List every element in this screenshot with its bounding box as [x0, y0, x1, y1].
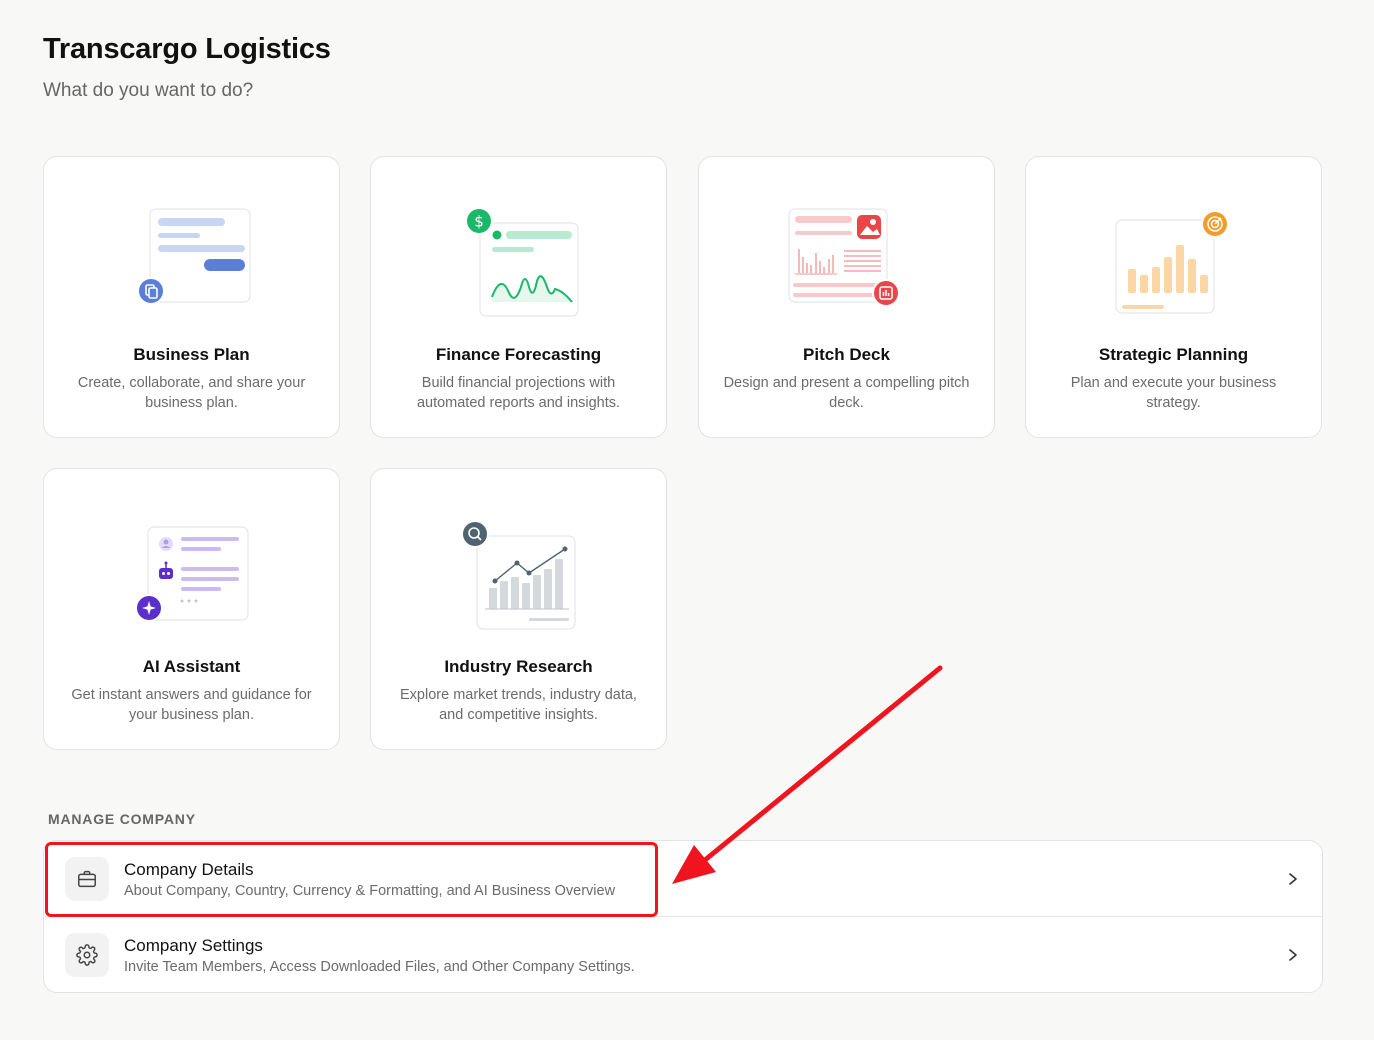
row-title: Company Details	[124, 860, 254, 879]
card-description: Plan and execute your business strategy.	[1070, 375, 1277, 411]
page-title: Transcargo Logistics	[43, 33, 331, 65]
page-subtitle: What do you want to do?	[43, 80, 254, 101]
company-settings-row[interactable]: Company Settings Invite Team Members, Ac…	[44, 917, 1322, 993]
card-title: Strategic Planning	[1098, 345, 1249, 364]
svg-text:$: $	[474, 213, 484, 231]
presentation-chart-icon	[788, 208, 900, 307]
card-strategic-planning[interactable]: Strategic Planning Plan and execute your…	[1025, 156, 1322, 438]
chevron-right-icon	[1289, 873, 1297, 885]
company-details-row[interactable]: Company Details About Company, Country, …	[44, 841, 1322, 917]
chevron-right-icon	[1289, 949, 1297, 961]
card-description: Design and present a compelling pitch de…	[723, 375, 970, 411]
card-description: Create, collaborate, and share your busi…	[77, 375, 306, 411]
briefcase-icon	[65, 857, 109, 901]
card-ai-assistant[interactable]: AI Assistant Get instant answers and gui…	[43, 468, 340, 750]
card-title: Finance Forecasting	[435, 345, 602, 364]
row-title: Company Settings	[124, 936, 263, 955]
card-description: Build financial projections with automat…	[416, 375, 621, 411]
page: Transcargo Logistics What do you want to…	[0, 0, 1374, 1040]
search-chart-icon	[461, 520, 576, 630]
manage-company-list: Company Details About Company, Country, …	[43, 840, 1323, 993]
card-title: Industry Research	[444, 657, 593, 676]
card-title: Business Plan	[133, 345, 250, 364]
card-description: Explore market trends, industry data, an…	[400, 687, 637, 723]
gear-icon	[65, 933, 109, 977]
card-title: Pitch Deck	[803, 345, 890, 364]
card-finance-forecasting[interactable]: $ Finance Forecasting Build financial pr…	[370, 156, 667, 438]
sparkle-icon	[135, 526, 249, 622]
card-pitch-deck[interactable]: Pitch Deck Design and present a compelli…	[698, 156, 995, 438]
card-industry-research[interactable]: Industry Research Explore market trends,…	[370, 468, 667, 750]
card-description: Get instant answers and guidance for you…	[71, 687, 312, 723]
card-business-plan[interactable]: Business Plan Create, collaborate, and s…	[43, 156, 340, 438]
target-icon	[1115, 210, 1229, 314]
dollar-icon: $	[465, 207, 579, 317]
card-title: AI Assistant	[142, 657, 241, 676]
row-description: Invite Team Members, Access Downloaded F…	[124, 959, 635, 975]
section-label-manage-company: MANAGE COMPANY	[48, 811, 196, 827]
row-description: About Company, Country, Currency & Forma…	[124, 883, 616, 899]
document-icon	[137, 208, 251, 305]
